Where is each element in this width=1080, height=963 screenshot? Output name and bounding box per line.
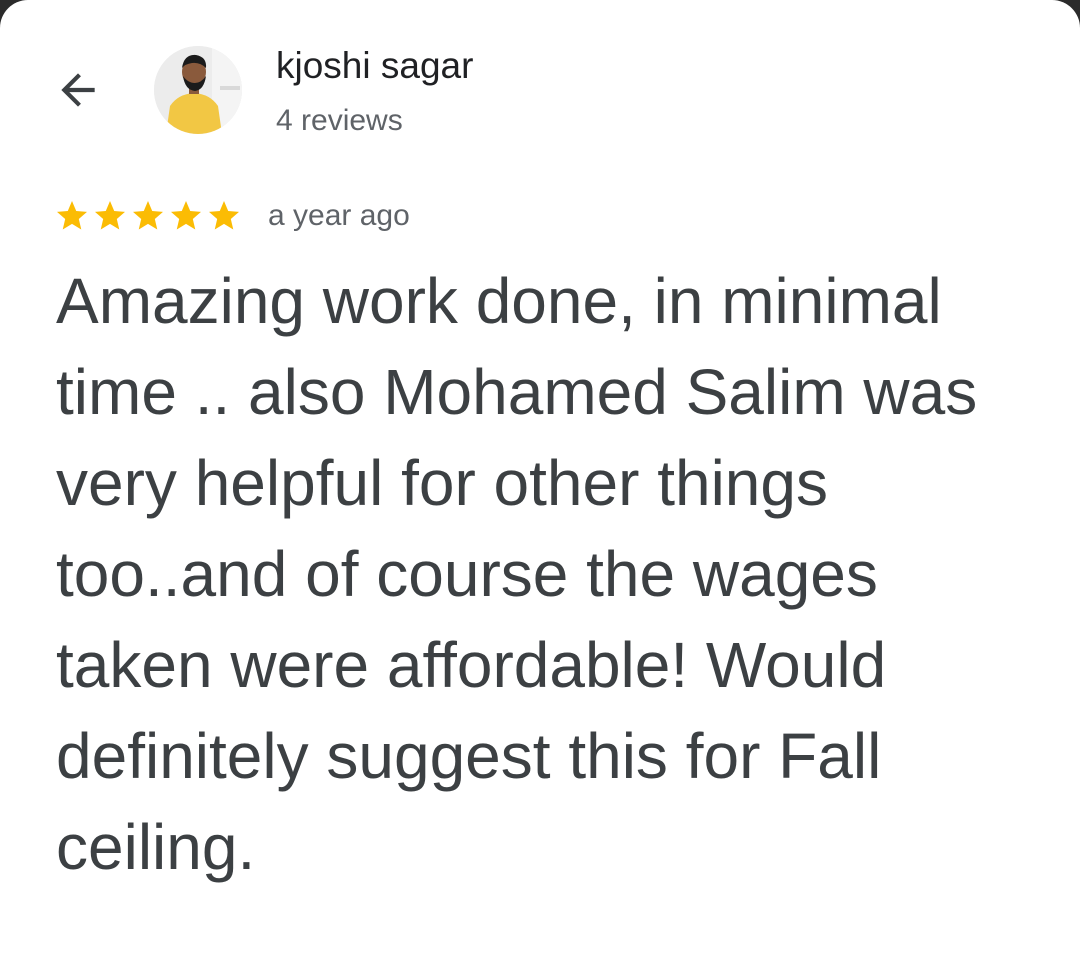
star-icon — [133, 201, 163, 230]
rating-row: a year ago — [54, 194, 410, 238]
star-rating — [54, 198, 242, 234]
star-icon — [57, 201, 87, 230]
star-icon — [171, 201, 201, 230]
arrow-back-icon — [61, 73, 95, 107]
back-button[interactable] — [50, 62, 106, 118]
review-text: Amazing work done, in minimal time .. al… — [56, 265, 978, 883]
star-icon — [95, 201, 125, 230]
star-icon — [209, 201, 239, 230]
author-name[interactable]: kjoshi sagar — [276, 44, 473, 88]
review-time: a year ago — [268, 199, 410, 232]
review-count: 4 reviews — [276, 104, 403, 137]
avatar[interactable] — [154, 46, 242, 134]
review-sheet: kjoshi sagar 4 reviews a year ago Amazin… — [0, 0, 1080, 963]
avatar-image — [154, 46, 242, 134]
